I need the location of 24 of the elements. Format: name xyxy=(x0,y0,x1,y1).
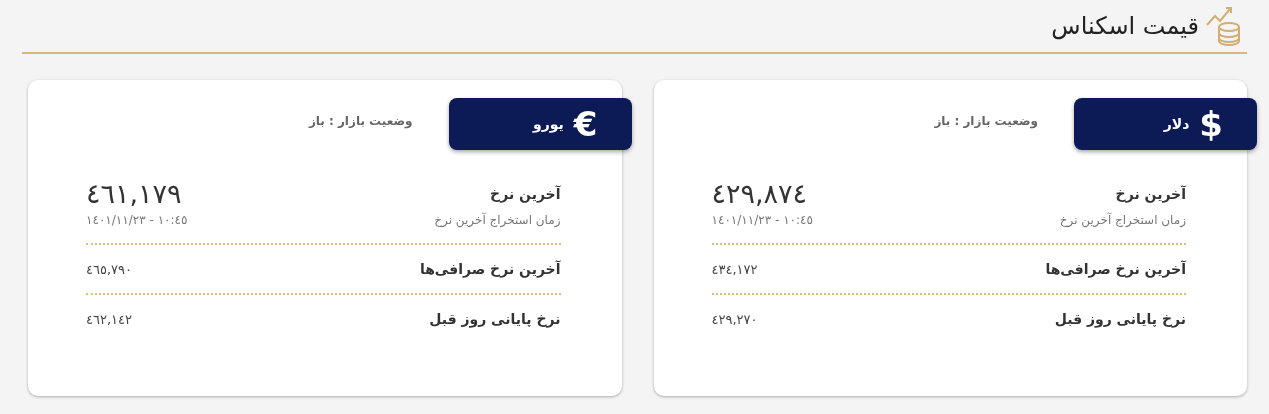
rate-label: نرخ پایانی روز قبل xyxy=(429,311,561,327)
rate-value: ٤٢٩,٢٧٠ xyxy=(711,311,758,327)
last-rate: ٤٦١,١٧٩ xyxy=(86,180,182,207)
time-label: زمان استخراج آخرین نرخ xyxy=(434,213,561,227)
rate-value: ٤٦٢,١٤٢ xyxy=(86,311,133,327)
rate-value: ٤٣٤,١٧٢ xyxy=(711,261,758,277)
rate-time: ١٠:٤٥ - ١٤٠١/١١/٢٣ xyxy=(86,213,188,227)
currency-name: یورو xyxy=(533,116,564,132)
market-status: وضعیت بازار : باز xyxy=(934,114,1038,128)
rate-label: آخرین نرخ xyxy=(490,185,561,202)
currency-name: دلار xyxy=(1163,116,1190,132)
rate-label: آخرین نرخ xyxy=(1115,185,1186,202)
currency-symbol: € xyxy=(573,107,598,141)
time-label: زمان استخراج آخرین نرخ xyxy=(1059,213,1186,227)
page-title: قیمت اسکناس xyxy=(1051,12,1199,40)
coins-chart-icon xyxy=(1205,5,1243,47)
last-rate: ٤٢٩,٨٧٤ xyxy=(711,180,808,207)
rate-value: ٤٦٥,٧٩٠ xyxy=(86,261,133,277)
rate-label: آخرین نرخ صرافی‌ها xyxy=(1045,261,1186,277)
currency-symbol: $ xyxy=(1199,107,1223,141)
rate-time: ١٠:٤٥ - ١٤٠١/١١/٢٣ xyxy=(711,213,813,227)
market-status: وضعیت بازار : باز xyxy=(308,114,413,128)
rate-label: آخرین نرخ صرافی‌ها xyxy=(419,261,561,277)
rate-label: نرخ پایانی روز قبل xyxy=(1054,311,1186,327)
